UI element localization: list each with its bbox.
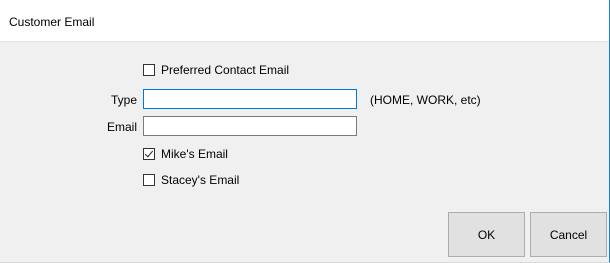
type-label: Type [110,93,137,107]
ok-button[interactable]: OK [448,212,525,257]
staceys-email-checkbox-row[interactable]: Stacey's Email [143,172,239,188]
window-title: Customer Email [9,15,95,29]
staceys-email-label: Stacey's Email [161,173,240,187]
email-label: Email [106,120,137,134]
email-input[interactable] [143,116,357,136]
mikes-email-checkbox[interactable] [143,148,155,160]
mikes-email-checkbox-row[interactable]: Mike's Email [143,146,228,162]
type-input[interactable] [143,89,357,109]
staceys-email-checkbox[interactable] [143,174,155,186]
preferred-contact-email-label: Preferred Contact Email [161,63,290,77]
title-bar: Customer Email [0,0,609,42]
type-hint: (HOME, WORK, etc) [370,93,481,107]
cancel-button[interactable]: Cancel [530,212,607,257]
mikes-email-label: Mike's Email [161,147,228,161]
customer-email-dialog: Customer Email Preferred Contact Email T… [0,0,610,263]
preferred-contact-email-checkbox[interactable] [143,64,155,76]
preferred-contact-email-checkbox-row[interactable]: Preferred Contact Email [143,62,289,78]
